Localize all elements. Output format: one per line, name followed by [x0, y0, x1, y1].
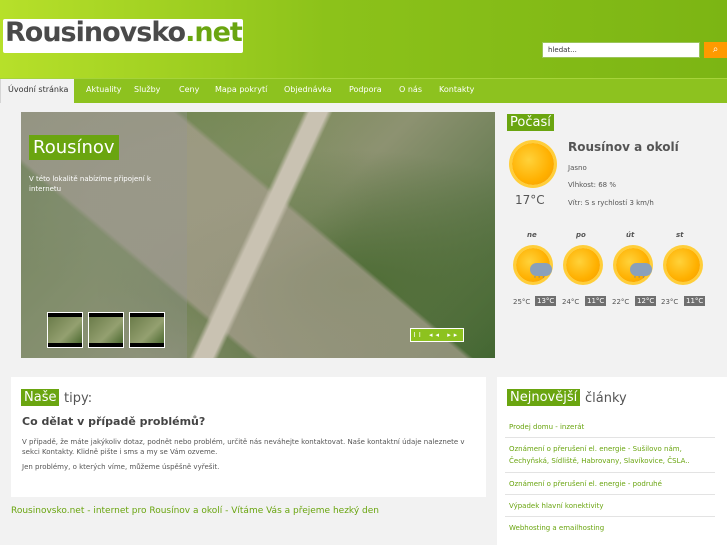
divider [505, 437, 715, 438]
forecast-day: st [676, 231, 684, 239]
tips-label-rest: tipy: [64, 391, 93, 406]
tips-label-highlight: Naše [21, 389, 60, 406]
article-link[interactable]: Webhosting a emailhosting [509, 522, 604, 534]
article-link[interactable]: Oznámení o přerušení el. energie - podru… [509, 478, 662, 490]
forecast-high: 11°C [684, 296, 706, 306]
main-nav: Úvodní stránka Aktuality Služby Ceny Map… [0, 78, 727, 103]
nav-item-support[interactable]: Podpora [349, 79, 382, 103]
weather-location: Rousínov a okolí [568, 140, 679, 154]
tips-paragraph: V případě, že máte jakýkoliv dotaz, podn… [22, 438, 465, 456]
tips-paragraph: Jen problémy, o kterých víme, můžeme úsp… [22, 463, 220, 471]
forecast-low: 25°C [513, 298, 531, 306]
forecast-low: 24°C [562, 298, 580, 306]
search-input[interactable]: hledat... [542, 42, 700, 58]
sun-icon [512, 143, 554, 185]
forecast-day: po [576, 231, 586, 239]
slideshow-controls[interactable]: II ◂◂ ▸▸ [410, 328, 464, 342]
forecast-high: 11°C [585, 296, 607, 306]
nav-item-home[interactable]: Úvodní stránka [0, 79, 74, 103]
nav-item-coverage-map[interactable]: Mapa pokrytí [215, 79, 267, 103]
divider [505, 472, 715, 473]
forecast-low: 22°C [612, 298, 630, 306]
site-header: Rousinovsko.net hledat... ⌕ [0, 0, 727, 78]
nav-item-contacts[interactable]: Kontakty [439, 79, 474, 103]
site-tagline: Rousinovsko.net - internet pro Rousínov … [11, 506, 379, 516]
hero-slideshow[interactable]: Rousínov V této lokalitě nabízíme připoj… [21, 112, 495, 358]
weather-label: Počasí [507, 114, 554, 131]
nav-item-prices[interactable]: Ceny [179, 79, 199, 103]
slide-thumbnail[interactable] [47, 312, 83, 348]
forecast-low: 23°C [661, 298, 679, 306]
article-link[interactable]: Prodej domu - inzerát [509, 421, 584, 433]
slide-thumbnail[interactable] [88, 312, 124, 348]
rain-icon: ' ' ' [534, 275, 545, 283]
nav-item-services[interactable]: Služby [134, 79, 160, 103]
nav-item-order[interactable]: Objednávka [284, 79, 332, 103]
forecast-high: 12°C [635, 296, 657, 306]
weather-wind: Vítr: S s rychlostí 3 km/h [568, 199, 654, 207]
forecast-high: 13°C [535, 296, 557, 306]
forecast-day: út [626, 231, 635, 239]
sun-icon [566, 248, 600, 282]
articles-label-highlight: Nejnovější [507, 389, 581, 406]
logo-text: Rousinovsko [5, 17, 186, 48]
slide-thumbnail[interactable] [129, 312, 165, 348]
search-icon: ⌕ [712, 44, 719, 55]
rain-icon: ' ' ' [634, 275, 645, 283]
divider [505, 494, 715, 495]
article-link[interactable]: Výpadek hlavní konektivity [509, 500, 603, 512]
sun-icon [666, 248, 700, 282]
site-logo[interactable]: Rousinovsko.net [3, 17, 243, 53]
weather-temperature: 17°C [515, 193, 545, 207]
divider [505, 516, 715, 517]
weather-condition: Jasno [568, 164, 587, 172]
logo-tld: .net [185, 17, 243, 48]
nav-item-news[interactable]: Aktuality [86, 79, 122, 103]
hero-description: V této lokalitě nabízíme připojení k int… [29, 175, 151, 193]
search-button[interactable]: ⌕ [704, 42, 727, 58]
weather-humidity: Vlhkost: 68 % [568, 181, 617, 189]
forecast-day: ne [527, 231, 537, 239]
tips-heading: Co dělat v případě problémů? [22, 415, 206, 428]
hero-title: Rousínov [29, 135, 119, 160]
articles-label-rest: články [585, 391, 627, 406]
nav-item-about[interactable]: O nás [399, 79, 422, 103]
article-link[interactable]: Oznámení o přerušení el. energie - Sušil… [509, 443, 714, 467]
